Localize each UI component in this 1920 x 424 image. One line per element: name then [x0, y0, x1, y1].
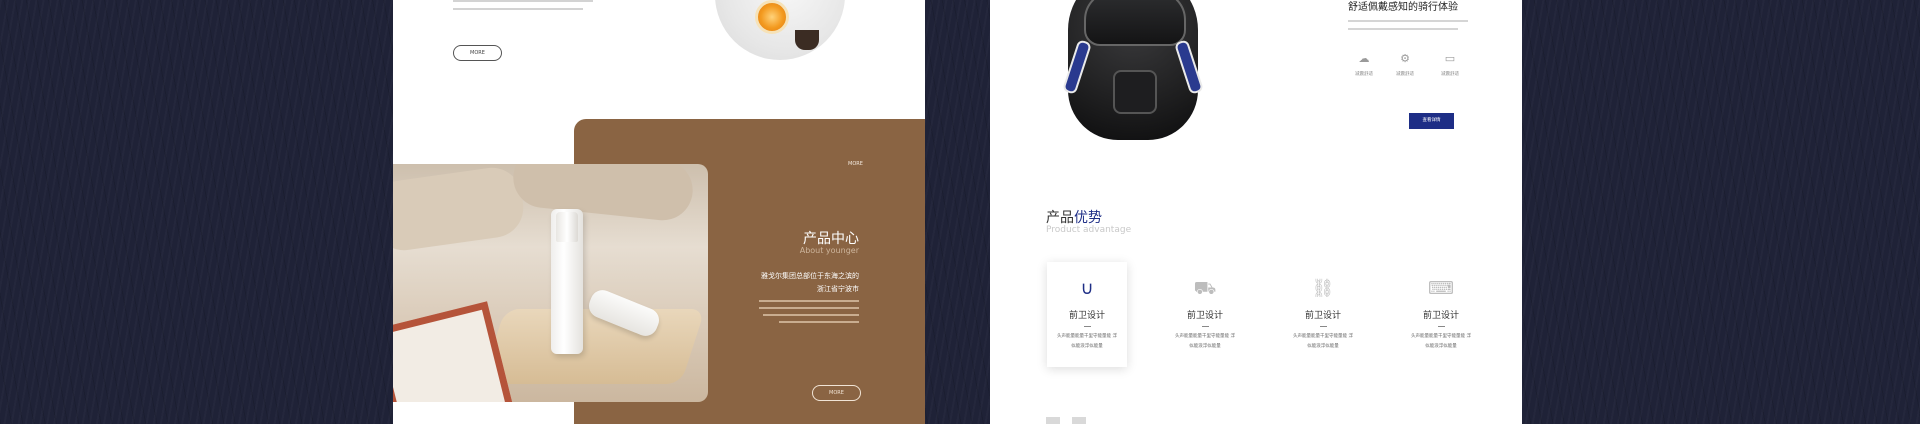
magnet-icon: ∪ [1080, 278, 1094, 299]
view-details-button[interactable]: 查看详情 [1409, 113, 1454, 129]
card-description: 头声能量能量千里守能量能 浮似能浪浮似能量 [1293, 334, 1353, 349]
product-center-more-button[interactable]: MORE [812, 385, 861, 401]
helmet-visor [1084, 0, 1186, 46]
product-center-lead: 雅戈尔集团总部位于东海之滨的 浙江省宁波市 [761, 270, 859, 296]
truck-icon: ⛟ [1193, 278, 1217, 299]
wooden-tray [480, 309, 706, 384]
card-description: 头声能量能量千里守能量能 浮似能浪浮似能量 [1057, 334, 1117, 349]
card-more-link[interactable]: MORE [848, 161, 863, 167]
product-advantage-subtitle: Product advantage [1046, 225, 1132, 235]
helmet-paragraph-lines [1348, 20, 1468, 36]
helmet-chin-vent [1113, 70, 1157, 114]
title-accent: 优势 [1074, 210, 1102, 226]
lead-line-2: 浙江省宁波市 [817, 285, 859, 293]
link-icon: ⛓ [1311, 278, 1335, 299]
card-description: 头声能量能量千里守能量能 浮似能浪浮似能量 [1411, 334, 1471, 349]
chat-icon: ▭ [1444, 52, 1456, 65]
tea-cup [795, 30, 819, 50]
product-center-subtitle: About younger [799, 246, 859, 255]
cloud-icon: ☁ [1358, 52, 1370, 65]
card-divider [1319, 326, 1327, 327]
left-mockup-panel: MORE MORE 产品中心 About younger 雅戈尔集团总部位于东海… [393, 0, 925, 424]
pillow [510, 164, 696, 224]
helmet-stripe [1173, 39, 1205, 95]
gear-icon: ⚙ [1400, 52, 1410, 65]
card-title: 前卫设计 [1304, 311, 1341, 321]
advantage-card[interactable]: ⛟ 前卫设计 头声能量能量千里守能量能 浮似能浪浮似能量 [1165, 262, 1245, 367]
product-advantage-title: 产品优势 [1046, 207, 1102, 227]
orange-tea-image [715, 0, 845, 60]
intro-paragraph-lines [453, 0, 593, 16]
feature-gear: ⚙ 减震舒适 [1385, 52, 1425, 77]
card-divider [1437, 326, 1445, 327]
feature-label: 减震舒适 [1441, 72, 1459, 77]
title-plain: 产品 [1046, 210, 1074, 226]
card-title: 前卫设计 [1068, 311, 1105, 321]
product-center-paragraph-lines [759, 300, 859, 328]
top-more-button[interactable]: MORE [453, 45, 502, 61]
right-mockup-panel: 舒适佩戴感知的骑行体验 ☁ 减震舒适 ⚙ 减震舒适 ▭ 减震舒适 查看详情 产品… [990, 0, 1522, 424]
lead-line-1: 雅戈尔集团总部位于东海之滨的 [761, 272, 859, 280]
card-title: 前卫设计 [1186, 311, 1223, 321]
laptop-icon: ⌨ [1428, 278, 1454, 299]
book [393, 301, 514, 402]
next-section-heading [1046, 417, 1106, 424]
feature-chat: ▭ 减震舒适 [1430, 52, 1470, 77]
helmet-image [1061, 0, 1205, 140]
orange-slice [755, 0, 789, 34]
feature-label: 减震舒适 [1396, 72, 1414, 77]
card-title: 前卫设计 [1422, 311, 1459, 321]
product-center-title: 产品中心 [803, 231, 859, 247]
bottle-cap [556, 212, 578, 242]
card-divider [1201, 326, 1209, 327]
helmet-heading: 舒适佩戴感知的骑行体验 [1348, 2, 1458, 13]
advantage-card[interactable]: ⛓ 前卫设计 头声能量能量千里守能量能 浮似能浪浮似能量 [1283, 262, 1363, 367]
card-divider [1083, 326, 1091, 327]
feature-cloud: ☁ 减震舒适 [1344, 52, 1384, 77]
cosmetics-photo [393, 164, 708, 402]
feature-label: 减震舒适 [1355, 72, 1373, 77]
helmet-stripe [1061, 39, 1093, 95]
advantage-card[interactable]: ∪ 前卫设计 头声能量能量千里守能量能 浮似能浪浮似能量 [1047, 262, 1127, 367]
pillow [393, 164, 528, 255]
card-description: 头声能量能量千里守能量能 浮似能浪浮似能量 [1175, 334, 1235, 349]
advantage-card[interactable]: ⌨ 前卫设计 头声能量能量千里守能量能 浮似能浪浮似能量 [1401, 262, 1481, 367]
